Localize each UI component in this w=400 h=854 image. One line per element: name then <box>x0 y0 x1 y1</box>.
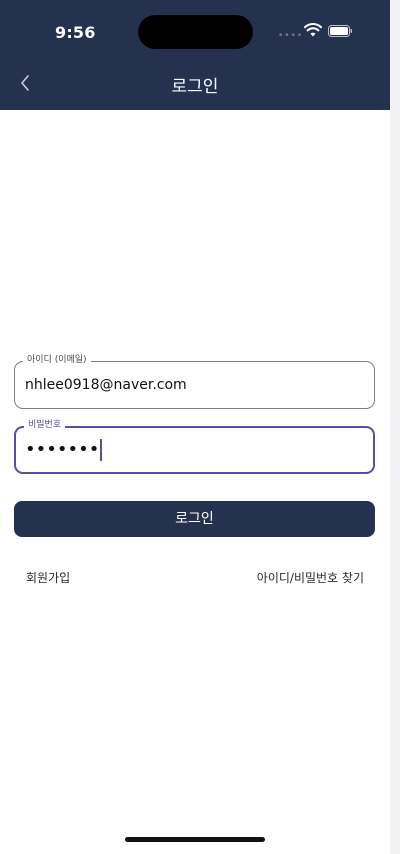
page-title: 로그인 <box>171 77 219 97</box>
email-field[interactable]: 아이디 (이메일) nhlee0918@naver.com <box>14 354 375 409</box>
app-header: 9:56 •••• 로그인 <box>0 0 390 110</box>
password-field[interactable]: 비밀번호 ••••••• <box>14 419 375 474</box>
wifi-icon <box>304 23 322 37</box>
password-field-label: 비밀번호 <box>24 419 66 432</box>
password-dots: ••••••• <box>25 439 100 460</box>
status-time: 9:56 <box>55 23 96 42</box>
phone-screen: 9:56 •••• 로그인 아이디 (이메일) nhlee0918@naver.… <box>0 0 390 854</box>
signal-dots-icon: •••• <box>278 31 304 41</box>
login-button[interactable]: 로그인 <box>14 501 375 537</box>
find-account-link[interactable]: 아이디/비밀번호 찾기 <box>257 569 364 586</box>
email-field-label: 아이디 (이메일) <box>23 354 91 367</box>
email-input-value[interactable]: nhlee0918@naver.com <box>25 377 187 393</box>
dynamic-island <box>138 15 253 49</box>
battery-icon <box>328 25 352 37</box>
password-input-value[interactable]: ••••••• <box>25 439 103 461</box>
text-caret <box>100 439 103 461</box>
home-indicator[interactable] <box>125 837 265 842</box>
signup-link[interactable]: 회원가입 <box>26 569 70 586</box>
